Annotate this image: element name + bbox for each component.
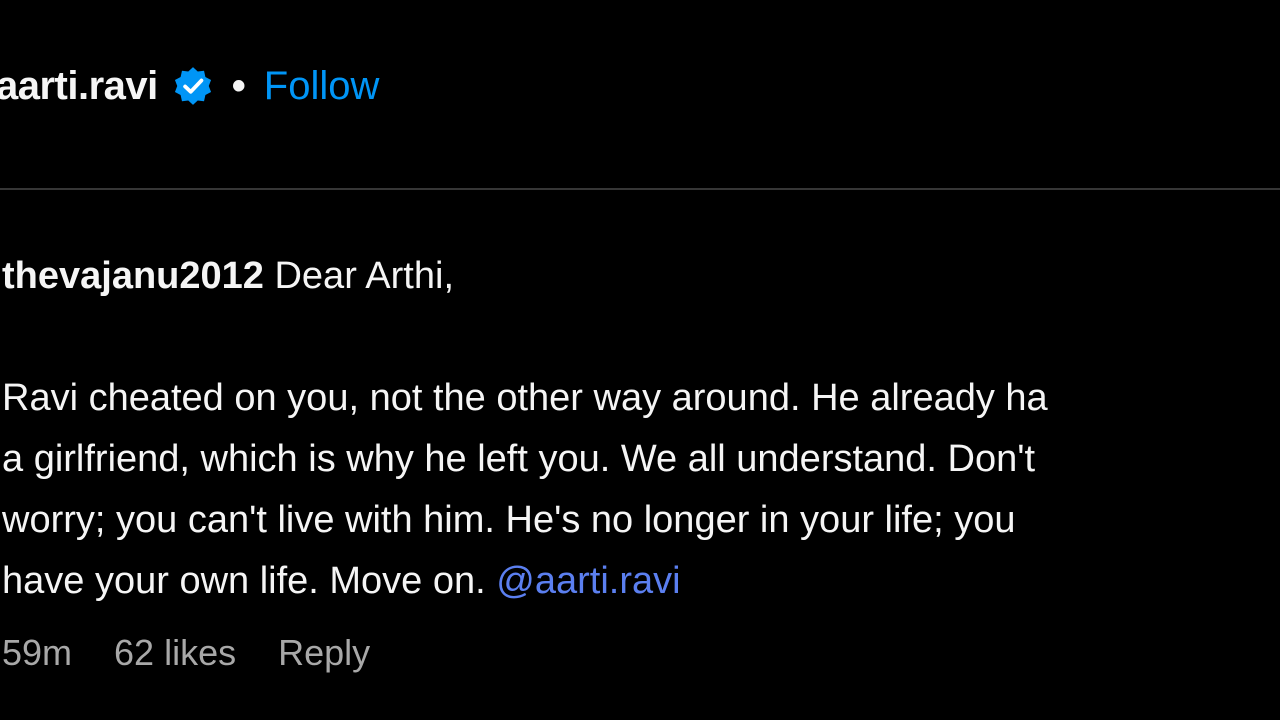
comment: thevajanu2012 Dear Arthi, Ravi cheated o… — [2, 246, 1280, 612]
comment-line: worry; you can't live with him. He's no … — [2, 499, 1016, 541]
comment-meta: 59m 62 likes Reply — [2, 632, 370, 674]
comment-greeting: Dear Arthi, — [274, 255, 455, 297]
comment-blank-line — [2, 307, 1280, 368]
header-divider — [0, 188, 1280, 190]
follow-button[interactable]: Follow — [264, 64, 380, 109]
comment-author-username[interactable]: thevajanu2012 — [2, 255, 264, 297]
comment-line: a girlfriend, which is why he left you. … — [2, 438, 1036, 480]
post-author-username[interactable]: aarti.ravi — [0, 64, 158, 109]
comment-line: have your own life. Move on. — [2, 560, 486, 602]
comment-line: Ravi cheated on you, not the other way a… — [2, 377, 1048, 419]
comment-timestamp[interactable]: 59m — [2, 632, 72, 674]
reply-button[interactable]: Reply — [278, 632, 370, 674]
comment-last-line: have your own life. Move on. @aarti.ravi — [2, 551, 1280, 612]
verified-badge-icon — [172, 65, 214, 107]
comment-likes-count[interactable]: 62 likes — [114, 632, 236, 674]
comment-mention-link[interactable]: @aarti.ravi — [496, 560, 680, 602]
comment-first-line: thevajanu2012 Dear Arthi, — [2, 246, 1280, 307]
post-header: aarti.ravi • Follow — [0, 56, 379, 116]
separator-dot: • — [231, 63, 246, 108]
